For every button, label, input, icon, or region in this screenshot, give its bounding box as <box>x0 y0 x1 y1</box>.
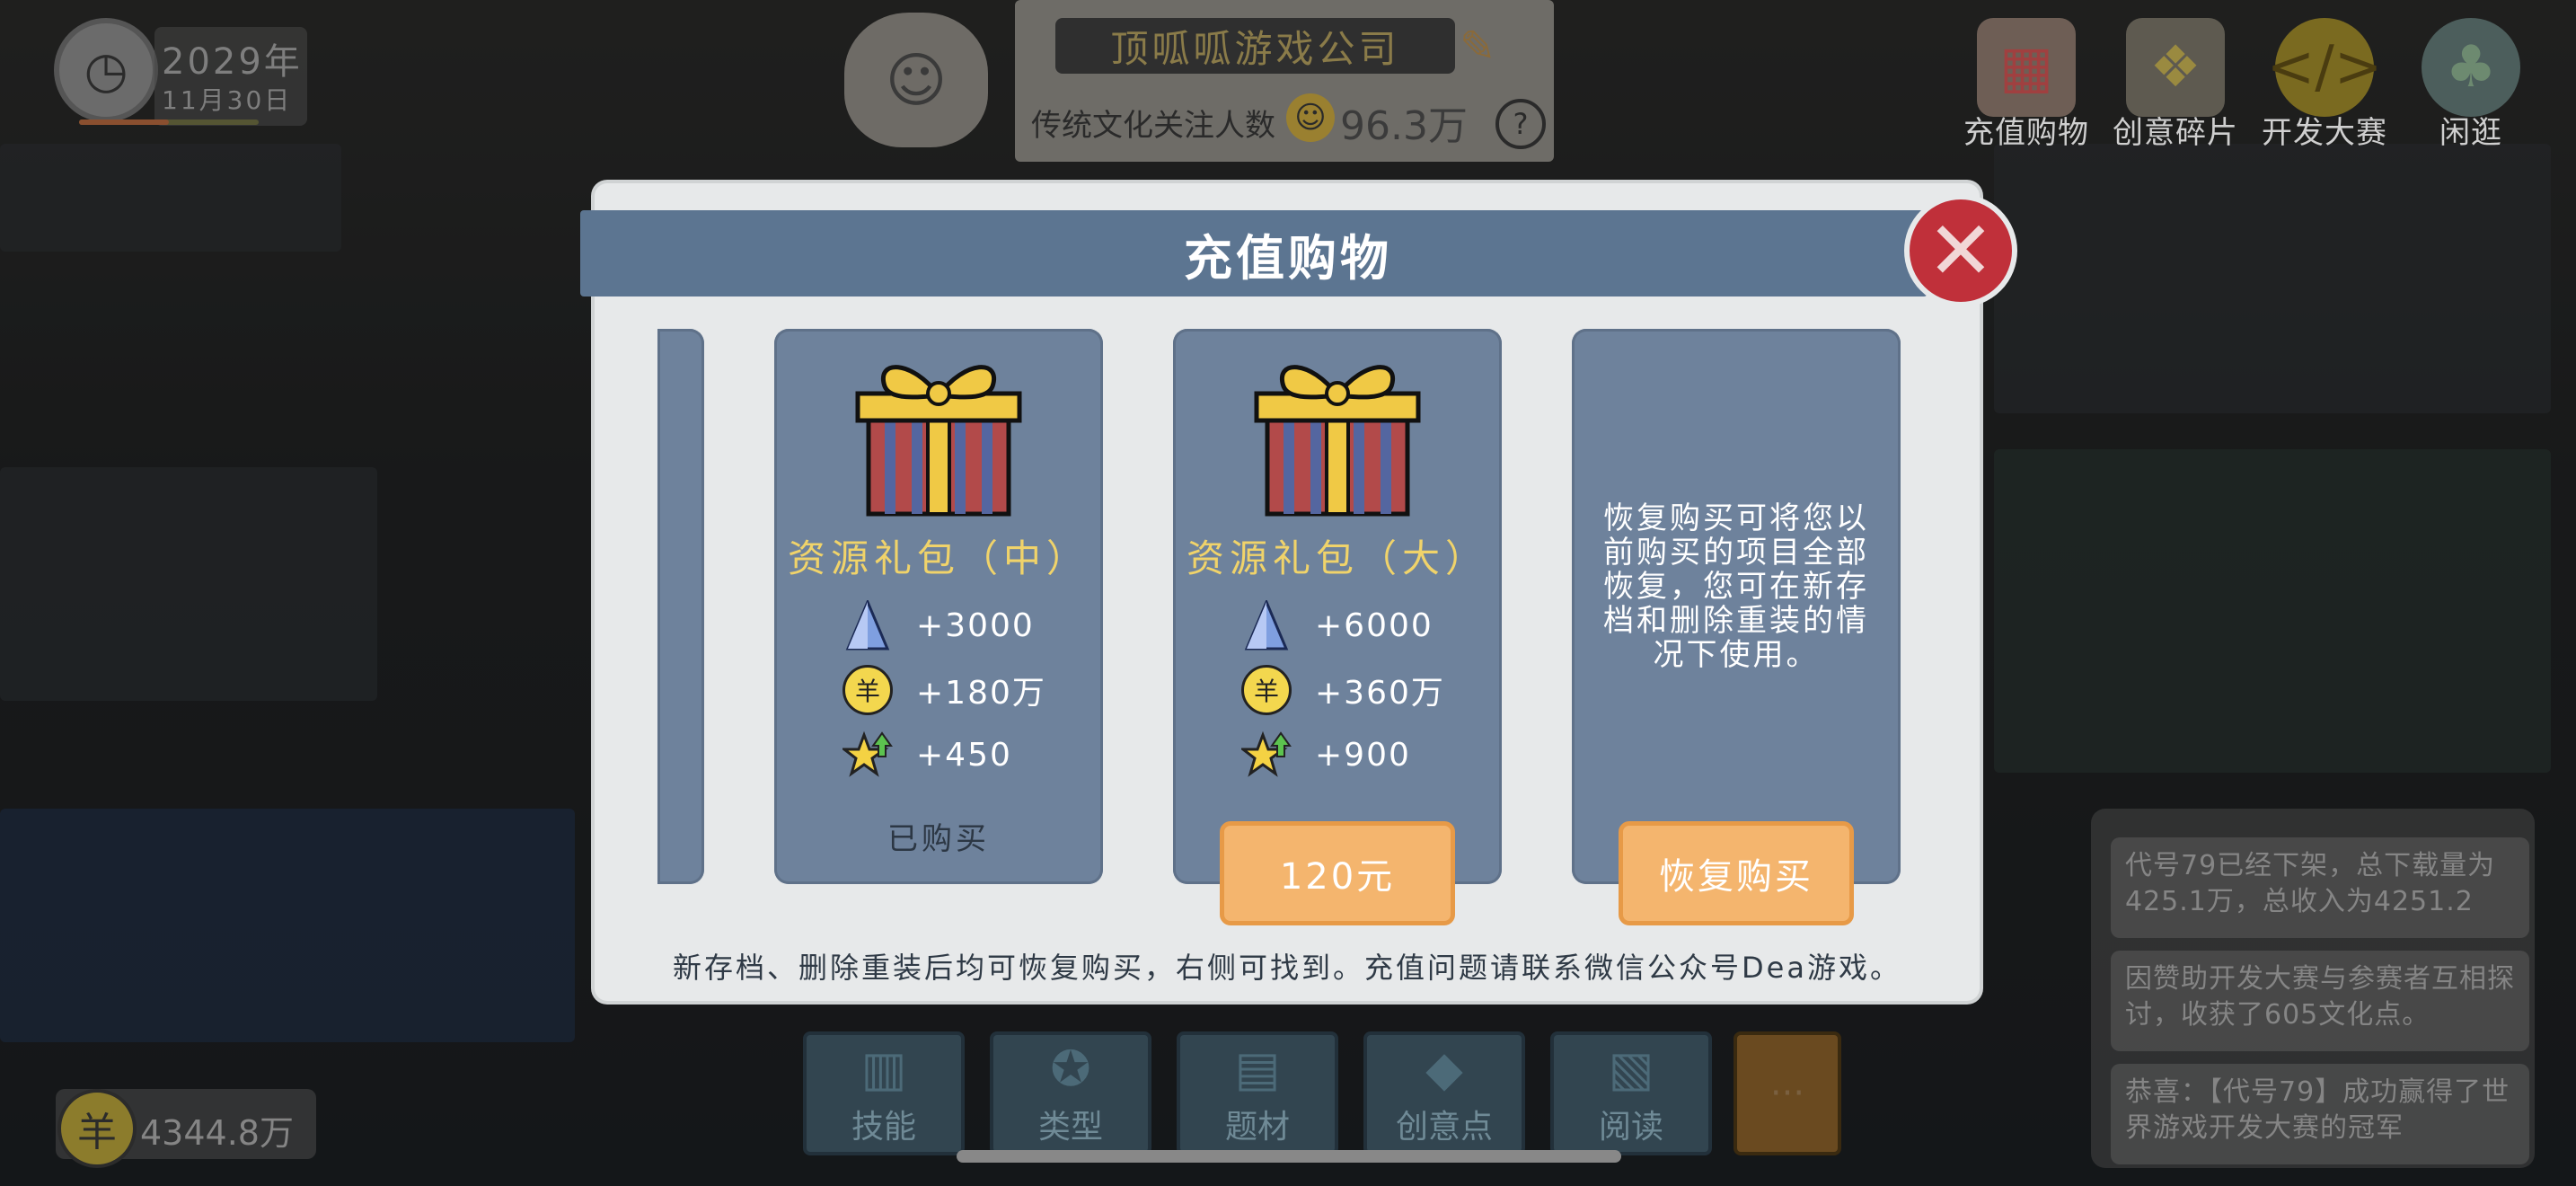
top-menu-label: 充值购物 <box>1963 115 2089 151</box>
top-menu-ideas[interactable]: ❖ 创意碎片 <box>2113 18 2238 152</box>
diamond-icon: ◆ <box>1425 1040 1463 1097</box>
code-trophy-icon: </> <box>2267 18 2382 117</box>
reward-value: +180万 <box>916 675 1046 712</box>
pack-title: 资源礼包（中） <box>787 536 1090 580</box>
nav-label: 创意点 <box>1395 1108 1493 1146</box>
reward-row: +6000 <box>1239 598 1434 652</box>
dialog-title: 充值购物 <box>1184 229 1392 287</box>
crystal-icon <box>1239 598 1293 652</box>
pack-card-medium[interactable]: 资源礼包（中） +3000 羊 +180万 +450 已购买 <box>774 329 1103 884</box>
restore-purchase-button[interactable]: 恢复购买 <box>1619 821 1854 925</box>
reward-row: +900 <box>1239 728 1411 782</box>
coin-glyph: 羊 <box>1241 665 1292 715</box>
coin-icon: 羊 <box>1239 663 1293 717</box>
reward-value: +360万 <box>1315 675 1445 712</box>
reward-value: +6000 <box>1315 606 1434 644</box>
more-button[interactable]: ··· <box>1734 1031 1841 1155</box>
pack-card-large[interactable]: 资源礼包（大） +6000 羊 +360万 +900 <box>1173 329 1502 884</box>
close-button[interactable]: ✕ <box>1904 194 2017 307</box>
top-menu-shop[interactable]: ▦ 充值购物 <box>1963 18 2089 152</box>
top-menu-label: 闲逛 <box>2439 115 2502 151</box>
partial-card[interactable] <box>657 329 704 884</box>
nav-label: 阅读 <box>1598 1108 1663 1146</box>
top-menu-stroll[interactable]: ♣ 闲逛 <box>2422 18 2520 152</box>
reward-value: +450 <box>916 736 1012 774</box>
day-progress-fill <box>79 119 169 125</box>
nav-genre[interactable]: ✪ 类型 <box>990 1031 1151 1155</box>
day-progress-bar <box>79 119 259 125</box>
edit-pencil-icon[interactable]: ✎ <box>1460 22 1495 72</box>
notification-item[interactable]: 因赞助开发大赛与参赛者互相探讨，收获了605文化点。 <box>2111 951 2529 1051</box>
reward-row: 羊 +180万 <box>841 663 1046 717</box>
buy-button[interactable]: 120元 <box>1220 821 1455 925</box>
clock-icon: ◷ <box>54 18 158 122</box>
star-up-icon <box>1239 728 1293 782</box>
gift-icon: ❖ <box>2126 18 2225 117</box>
reward-value: +900 <box>1315 736 1411 774</box>
top-menu-contest[interactable]: </> 开发大赛 <box>2262 18 2387 152</box>
coin-icon: 羊 <box>57 1089 137 1168</box>
help-icon[interactable]: ? <box>1495 99 1546 149</box>
reward-row: +450 <box>841 728 1012 782</box>
close-icon: ✕ <box>1927 203 1995 298</box>
open-book-icon: ▧ <box>1608 1040 1654 1097</box>
top-menu-label: 创意碎片 <box>2113 115 2238 151</box>
notebook-icon: ▤ <box>1234 1040 1281 1097</box>
notification-item[interactable]: 代号79已经下架，总下载量为425.1万，总收入为4251.2 <box>2111 837 2529 938</box>
restore-card: 恢复购买可将您以前购买的项目全部恢复，您可在新存档和删除重装的情况下使用。 <box>1572 329 1901 884</box>
crystal-icon <box>841 598 895 652</box>
pack-title: 资源礼包（大） <box>1186 536 1488 580</box>
nav-label: 类型 <box>1037 1108 1103 1146</box>
money-value: 4344.8万 <box>140 1113 294 1153</box>
fans-label: 传统文化关注人数 <box>1031 108 1275 144</box>
reward-value: +3000 <box>916 606 1035 644</box>
gift-box-icon <box>1254 365 1421 517</box>
reward-row: +3000 <box>841 598 1035 652</box>
restore-description: 恢复购买可将您以前购买的项目全部恢复，您可在新存档和删除重装的情况下使用。 <box>1603 500 1869 673</box>
star-up-icon <box>841 728 895 782</box>
year-label: 2029年 <box>162 41 303 83</box>
nav-idea-points[interactable]: ◆ 创意点 <box>1363 1031 1525 1155</box>
gift-box-icon <box>855 365 1022 517</box>
nav-label: 题材 <box>1224 1108 1290 1146</box>
book-icon: ▥ <box>860 1040 907 1097</box>
purchased-label: 已购买 <box>887 821 990 857</box>
fans-value: 96.3万 <box>1340 103 1468 149</box>
top-menu-label: 开发大赛 <box>2262 115 2387 151</box>
home-indicator[interactable] <box>957 1150 1621 1163</box>
dialog-footer-note: 新存档、删除重装后均可恢复购买，右侧可找到。充值问题请联系微信公众号Dea游戏。 <box>673 951 1901 985</box>
smile-icon: ☺ <box>1286 93 1335 142</box>
shop-icon: ▦ <box>1977 18 2076 117</box>
tree-bench-icon: ♣ <box>2422 18 2520 117</box>
nav-topic[interactable]: ▤ 题材 <box>1177 1031 1338 1155</box>
nav-label: 技能 <box>851 1108 916 1146</box>
nav-reading[interactable]: ▧ 阅读 <box>1550 1031 1712 1155</box>
coin-glyph: 羊 <box>842 665 893 715</box>
date-label: 11月30日 <box>162 85 293 115</box>
avatar[interactable]: ☺ <box>844 13 988 147</box>
reward-row: 羊 +360万 <box>1239 663 1445 717</box>
nav-skills[interactable]: ▥ 技能 <box>803 1031 965 1155</box>
notification-item[interactable]: 恭喜：【代号79】成功赢得了世界游戏开发大赛的冠军 <box>2111 1064 2529 1164</box>
gamepad-icon: ✪ <box>1050 1040 1091 1097</box>
coin-icon: 羊 <box>841 663 895 717</box>
company-name[interactable]: 顶呱呱游戏公司 <box>1055 18 1455 74</box>
